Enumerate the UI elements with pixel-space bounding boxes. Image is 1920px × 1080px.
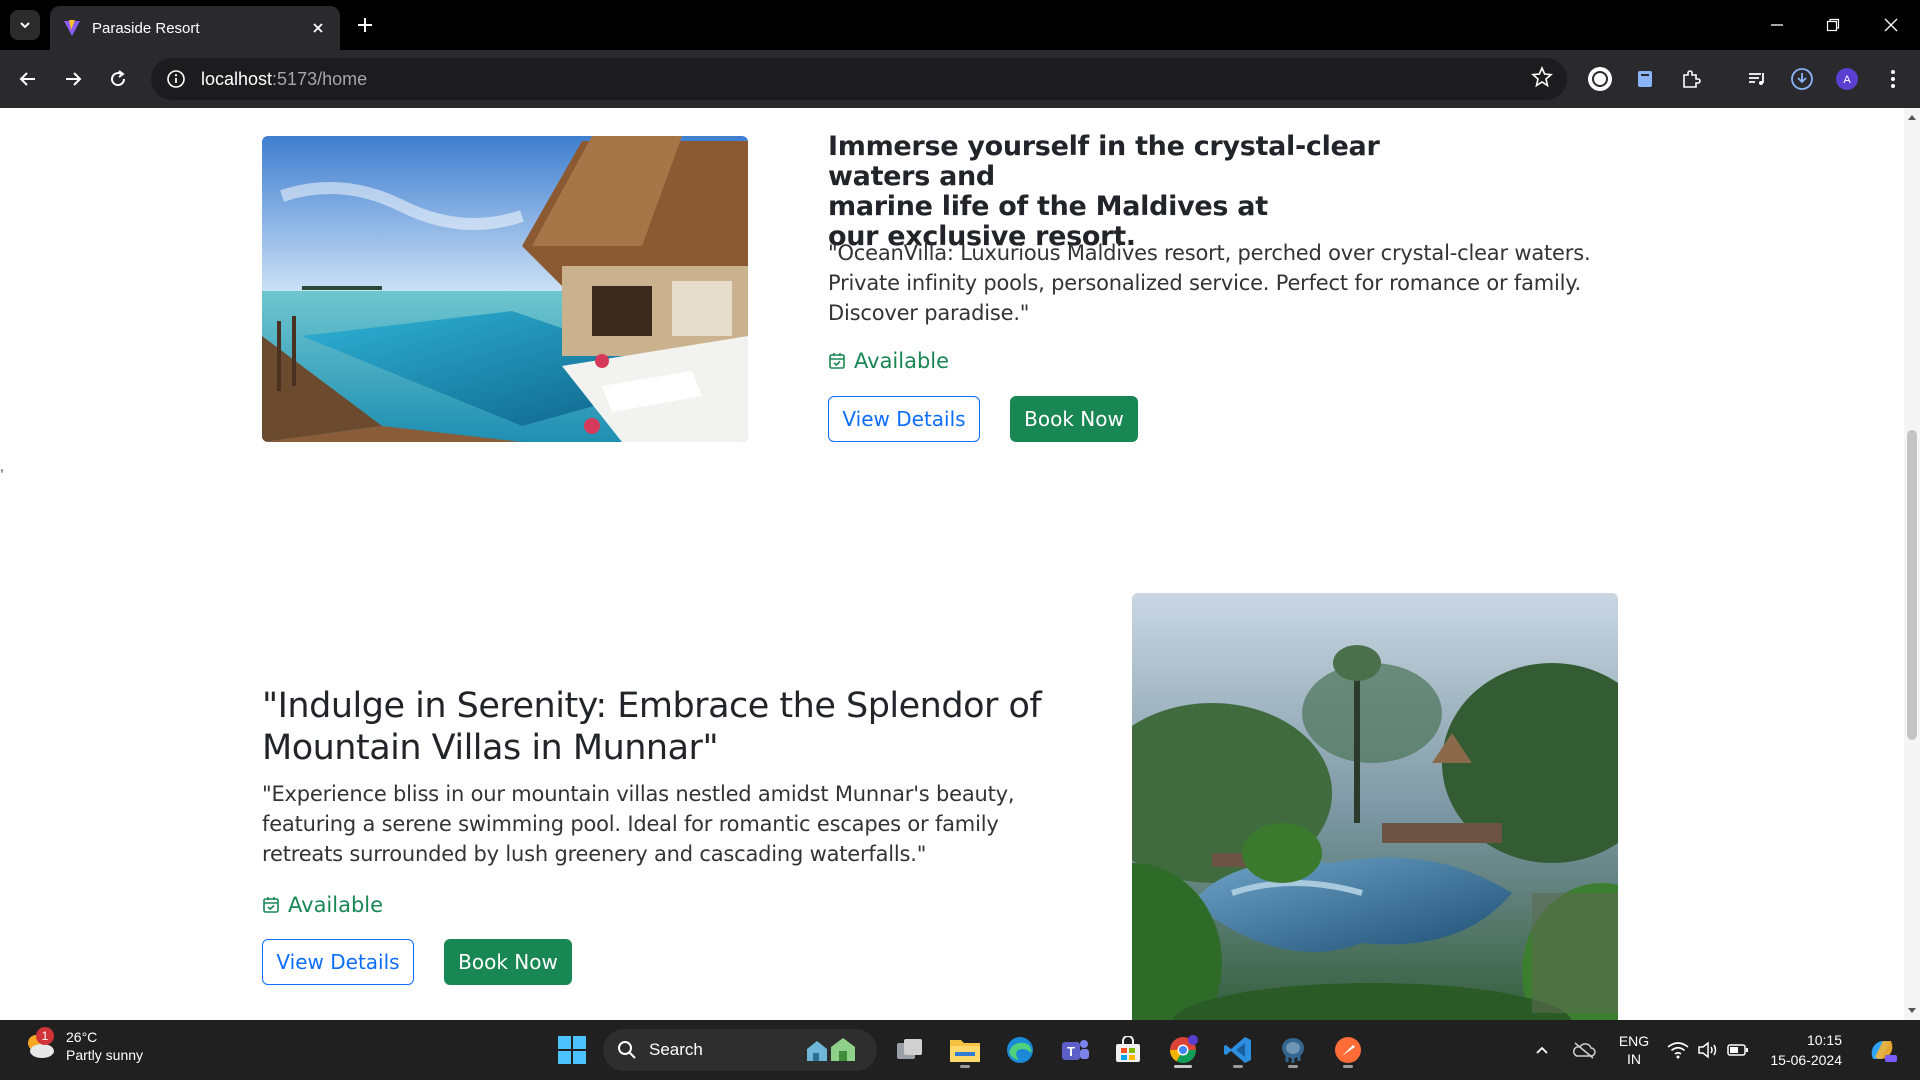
- postgresql-icon[interactable]: [1273, 1030, 1313, 1070]
- running-indicator: [1233, 1065, 1243, 1068]
- system-clock[interactable]: 10:15 15-06-2024: [1760, 1030, 1842, 1070]
- bookmark-star-icon[interactable]: [1531, 65, 1553, 93]
- active-indicator: [1174, 1065, 1192, 1068]
- chrome-icon[interactable]: [1163, 1030, 1203, 1070]
- arrow-right-icon: [66, 72, 82, 86]
- windows-taskbar: 1 26°C Partly sunny Search T ENG IN 10:1…: [0, 1020, 1920, 1080]
- section2-view-details-button[interactable]: View Details: [262, 939, 414, 985]
- onedrive-icon[interactable]: [1570, 1020, 1598, 1080]
- windows-start-icon[interactable]: [552, 1030, 592, 1070]
- section2-book-now-button[interactable]: Book Now: [444, 939, 572, 985]
- scroll-thumb[interactable]: [1907, 430, 1917, 740]
- tab-title: Paraside Resort: [92, 19, 200, 37]
- clock-time: 10:15: [1806, 1032, 1842, 1048]
- vite-favicon-icon: [64, 20, 80, 36]
- close-window-button[interactable]: [1876, 10, 1906, 40]
- restore-icon: [1826, 18, 1840, 32]
- partly-sunny-icon: 1: [22, 1027, 56, 1063]
- taskbar-search-box[interactable]: Search: [603, 1029, 877, 1071]
- page-scrollbar[interactable]: [1904, 108, 1920, 1020]
- menu-kebab-icon[interactable]: [1878, 64, 1908, 94]
- download-icon[interactable]: [1787, 64, 1817, 94]
- svg-text:T: T: [1067, 1044, 1075, 1059]
- battery-icon[interactable]: [1724, 1020, 1752, 1080]
- arrow-left-icon: [19, 72, 35, 86]
- chevron-down-icon: [20, 22, 30, 29]
- stray-mark: ,: [0, 458, 4, 474]
- minimize-icon: [1771, 24, 1783, 26]
- clock-date: 15-06-2024: [1770, 1052, 1842, 1068]
- task-view-icon[interactable]: [890, 1030, 930, 1070]
- site-info-icon[interactable]: [165, 68, 187, 90]
- section1-description: "OceanVilla: Luxurious Maldives resort, …: [828, 241, 1591, 325]
- scroll-down-icon[interactable]: [1908, 1006, 1916, 1014]
- weather-desc: Partly sunny: [66, 1047, 144, 1063]
- weather-widget[interactable]: 1 26°C Partly sunny: [22, 1027, 144, 1064]
- page-viewport: , Immerse yourself in the crystal-clear …: [0, 108, 1920, 1020]
- section1-availability: Available: [828, 349, 949, 373]
- postman-icon[interactable]: [1328, 1030, 1368, 1070]
- close-tab-icon[interactable]: [308, 18, 328, 38]
- plus-icon: [358, 18, 372, 32]
- edge-browser-icon[interactable]: [1000, 1030, 1040, 1070]
- reload-button[interactable]: [103, 64, 133, 94]
- scroll-up-icon[interactable]: [1908, 114, 1916, 122]
- tab-paraside-resort[interactable]: Paraside Resort: [50, 6, 340, 50]
- section1-heading: Immerse yourself in the crystal-clear wa…: [828, 131, 1380, 252]
- vscode-icon[interactable]: [1218, 1030, 1258, 1070]
- section2-heading: "Indulge in Serenity: Embrace the Splend…: [262, 686, 1042, 768]
- browser-tab-bar: Paraside Resort: [0, 0, 1920, 50]
- volume-icon[interactable]: [1694, 1020, 1722, 1080]
- url-text[interactable]: localhost:5173/home: [201, 69, 1531, 90]
- munnar-villa-image: [1132, 593, 1618, 1020]
- language-indicator[interactable]: ENG IN: [1614, 1020, 1654, 1080]
- forward-button[interactable]: [58, 64, 88, 94]
- show-hidden-icons-button[interactable]: [1530, 1020, 1554, 1080]
- browser-toolbar: localhost:5173/home A: [0, 50, 1920, 108]
- close-icon: [1884, 18, 1898, 32]
- file-explorer-icon[interactable]: [945, 1030, 985, 1070]
- media-control-icon[interactable]: [1742, 64, 1772, 94]
- search-icon: [618, 1041, 636, 1059]
- running-indicator: [1343, 1065, 1353, 1068]
- chevron-up-icon: [1536, 1046, 1548, 1054]
- tab-search-button[interactable]: [10, 10, 40, 40]
- search-highlight-icon: [807, 1038, 855, 1061]
- maldives-villa-image: [262, 136, 748, 442]
- wifi-icon[interactable]: [1664, 1020, 1692, 1080]
- reload-icon: [111, 70, 126, 87]
- teams-icon[interactable]: T: [1055, 1030, 1095, 1070]
- section2-availability: Available: [262, 893, 383, 917]
- new-tab-button[interactable]: [352, 12, 378, 38]
- svg-text:A: A: [1843, 74, 1851, 86]
- section1-view-details-button[interactable]: View Details: [828, 396, 980, 442]
- weather-badge: 1: [36, 1027, 54, 1045]
- running-indicator: [1288, 1065, 1298, 1068]
- weather-temp: 26°C: [66, 1029, 98, 1045]
- running-indicator: [960, 1065, 970, 1068]
- section2-description: "Experience bliss in our mountain villas…: [262, 782, 1015, 866]
- back-button[interactable]: [13, 64, 43, 94]
- search-label: Search: [649, 1040, 703, 1059]
- calendar-check-icon: [263, 897, 279, 913]
- extensions-puzzle-icon[interactable]: [1676, 64, 1706, 94]
- extension-docs-icon[interactable]: [1630, 64, 1660, 94]
- microsoft-store-icon[interactable]: [1108, 1030, 1148, 1070]
- section1-book-now-button[interactable]: Book Now: [1010, 396, 1138, 442]
- extension-circle-icon[interactable]: [1585, 64, 1615, 94]
- profile-avatar[interactable]: A: [1832, 64, 1862, 94]
- calendar-check-icon: [829, 353, 845, 369]
- copilot-icon[interactable]: [1862, 1020, 1902, 1080]
- minimize-button[interactable]: [1762, 10, 1792, 40]
- restore-button[interactable]: [1818, 10, 1848, 40]
- address-bar[interactable]: localhost:5173/home: [151, 58, 1567, 100]
